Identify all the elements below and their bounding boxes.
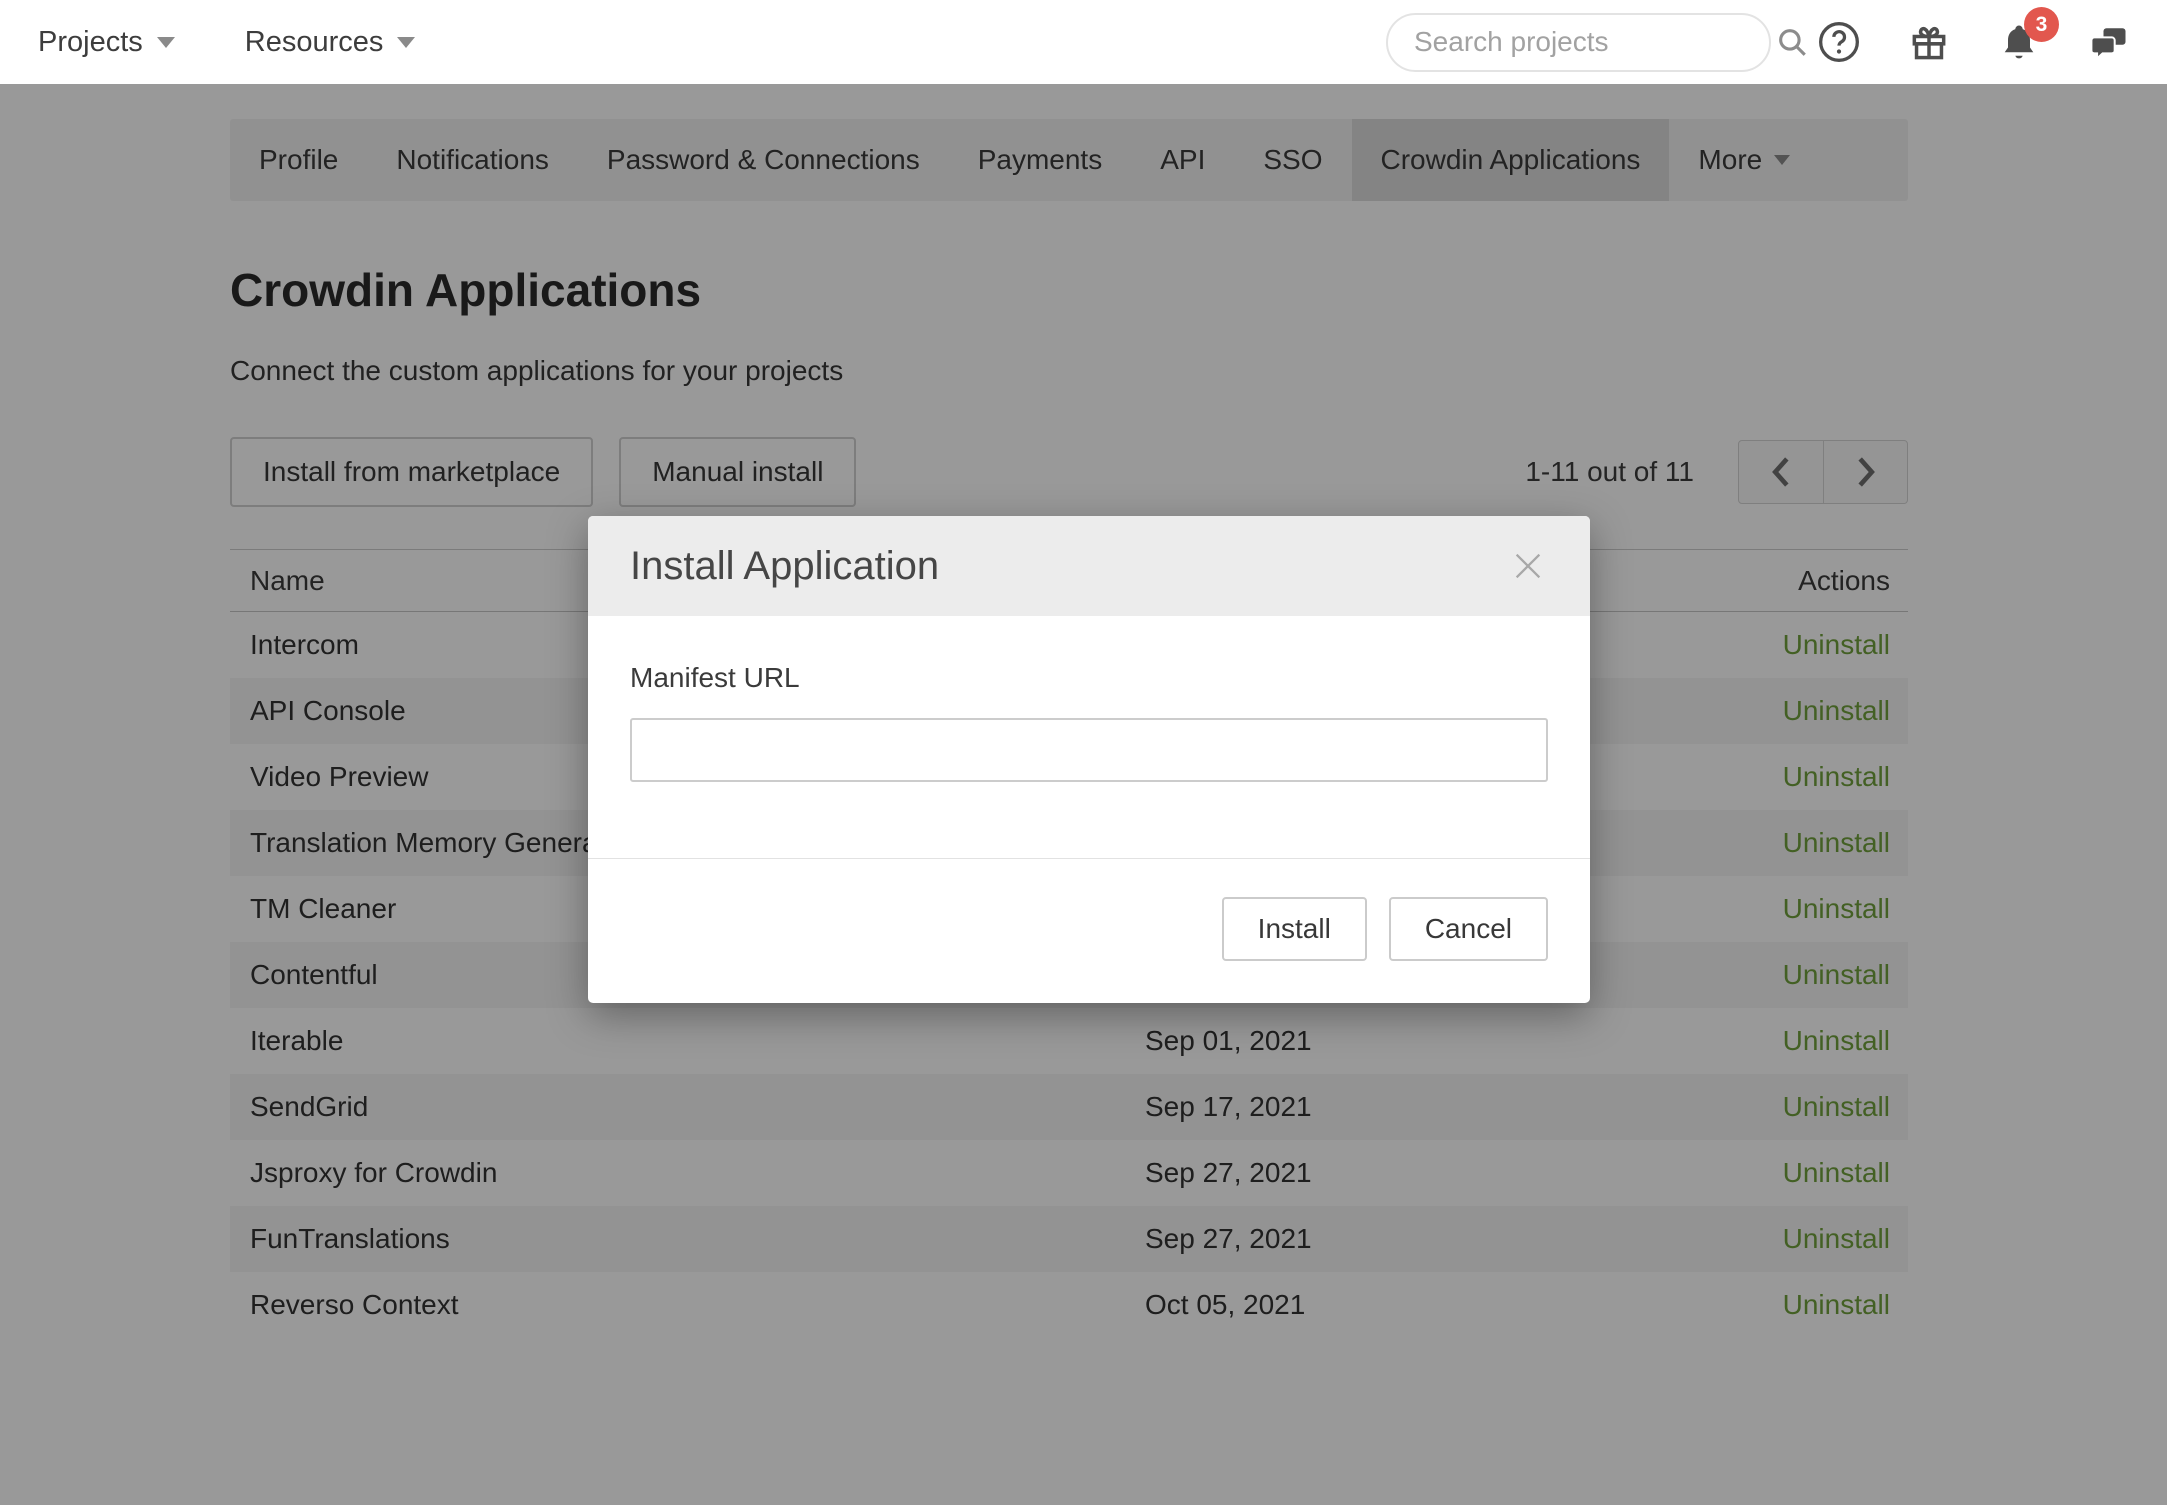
chat-icon[interactable] — [2087, 20, 2131, 64]
navbar-right: 3 — [1386, 13, 2167, 72]
notifications-bell[interactable]: 3 — [1997, 20, 2041, 64]
nav-menu-resources-label: Resources — [245, 26, 384, 59]
manifest-url-input[interactable] — [630, 718, 1548, 782]
nav-menu-projects[interactable]: Projects — [38, 26, 175, 59]
cancel-button[interactable]: Cancel — [1389, 897, 1548, 961]
nav-menu-projects-label: Projects — [38, 26, 143, 59]
search-input[interactable] — [1414, 26, 1775, 58]
search-icon[interactable] — [1775, 25, 1809, 59]
chevron-down-icon — [157, 37, 175, 48]
close-icon[interactable] — [1508, 546, 1548, 586]
help-icon[interactable] — [1817, 20, 1861, 64]
modal-footer: Install Cancel — [588, 858, 1590, 1003]
nav-menus: Projects Resources — [0, 26, 415, 59]
modal-title: Install Application — [630, 544, 939, 589]
project-search[interactable] — [1386, 13, 1771, 72]
nav-menu-resources[interactable]: Resources — [245, 26, 416, 59]
install-application-modal: Install Application Manifest URL Install… — [588, 516, 1590, 1003]
notification-badge: 3 — [2024, 7, 2059, 42]
modal-header: Install Application — [588, 516, 1590, 616]
install-button[interactable]: Install — [1222, 897, 1367, 961]
modal-body: Manifest URL — [588, 616, 1590, 858]
gift-icon[interactable] — [1907, 20, 1951, 64]
manifest-url-label: Manifest URL — [630, 662, 1548, 694]
chevron-down-icon — [397, 37, 415, 48]
top-navbar: Projects Resources — [0, 0, 2167, 84]
